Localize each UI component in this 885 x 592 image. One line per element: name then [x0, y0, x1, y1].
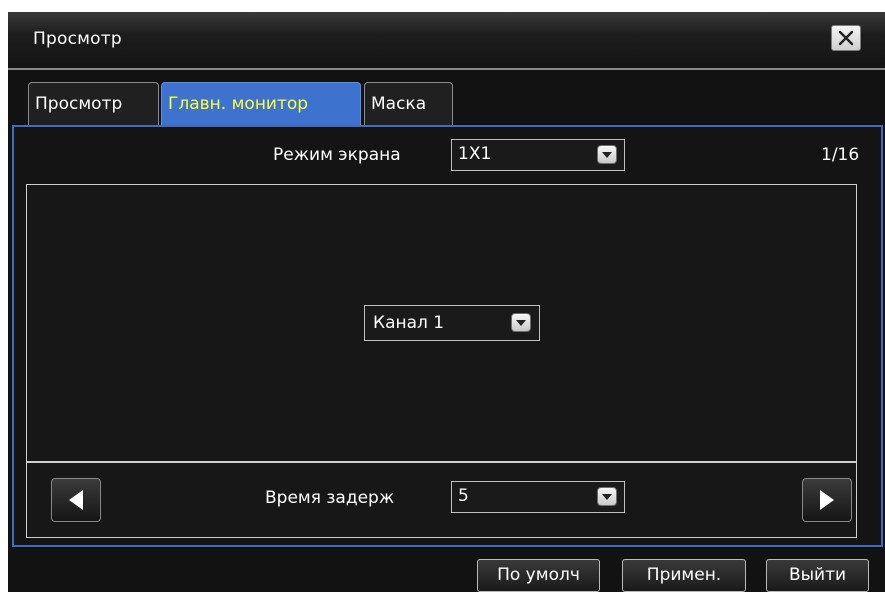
close-icon: [838, 30, 854, 46]
delay-row: [26, 462, 857, 538]
delay-select[interactable]: 5: [451, 481, 625, 513]
screen-mode-dropdown-button[interactable]: [597, 145, 617, 164]
close-button[interactable]: [831, 25, 861, 51]
chevron-down-icon: [516, 319, 526, 326]
arrow-right-icon: [820, 490, 834, 510]
title-separator: [8, 68, 885, 70]
window-title: Просмотр: [33, 29, 122, 49]
default-button[interactable]: По умолч: [477, 559, 600, 592]
channel-select-value: Канал 1: [373, 313, 445, 333]
delay-dropdown-button[interactable]: [597, 487, 617, 506]
delay-value: 5: [458, 486, 469, 506]
chevron-down-icon: [602, 493, 612, 500]
tab-mask[interactable]: Маска: [364, 82, 453, 126]
chevron-down-icon: [602, 151, 612, 158]
exit-button[interactable]: Выйти: [766, 559, 869, 592]
settings-window: Просмотр Просмотр Главн. монитор Маска Р…: [8, 12, 885, 592]
channel-select[interactable]: Канал 1: [364, 305, 540, 341]
screen-mode-select[interactable]: 1X1: [451, 139, 625, 171]
delay-label: Время задерж: [265, 488, 395, 508]
page-indicator: 1/16: [821, 145, 860, 165]
screen-mode-value: 1X1: [458, 144, 492, 164]
screen-mode-label: Режим экрана: [273, 145, 401, 165]
apply-button[interactable]: Примен.: [622, 559, 746, 592]
tab-mask-label: Маска: [371, 94, 427, 114]
tab-preview[interactable]: Просмотр: [28, 82, 159, 126]
next-button[interactable]: [802, 478, 852, 522]
tab-main-monitor[interactable]: Главн. монитор: [161, 82, 361, 126]
title-bar: Просмотр: [8, 12, 885, 69]
arrow-left-icon: [69, 490, 83, 510]
tab-main-monitor-label: Главн. монитор: [168, 94, 309, 114]
channel-dropdown-button[interactable]: [511, 313, 531, 332]
tab-preview-label: Просмотр: [35, 94, 123, 114]
previous-button[interactable]: [51, 478, 101, 522]
